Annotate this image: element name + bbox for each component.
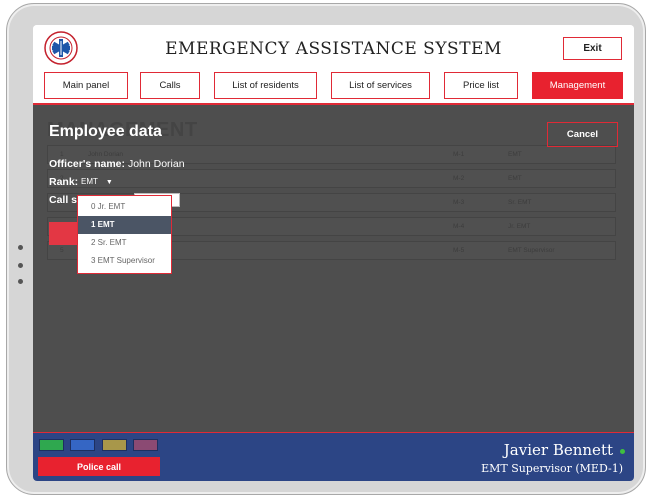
row-code: M-3 [453, 199, 465, 206]
nav-calls[interactable]: Calls [140, 72, 200, 99]
row-code: M-2 [453, 175, 465, 182]
exit-button[interactable]: Exit [563, 37, 622, 60]
nav-main-panel[interactable]: Main panel [44, 72, 128, 99]
app-title: EMERGENCY ASSISTANCE SYSTEM [165, 39, 502, 59]
rank-label-text: Rank: [49, 176, 79, 188]
save-button[interactable] [49, 222, 77, 245]
nav-list-of-services[interactable]: List of services [331, 72, 430, 99]
row-id: 1 [60, 151, 64, 158]
call-sign-label: Call s [49, 194, 77, 206]
status-swatch-green[interactable] [39, 439, 64, 451]
row-rank: EMT [508, 175, 522, 182]
rank-option-selected[interactable]: 1 EMT [78, 216, 171, 234]
row-code: M-5 [453, 247, 465, 254]
rank-dropdown-menu: 0 Jr. EMT 1 EMT 2 Sr. EMT 3 EMT Supervis… [77, 195, 172, 274]
officer-name-row: Officer's name: John Dorian [49, 158, 185, 170]
row-id: 5 [60, 247, 64, 254]
row-rank: Sr. EMT [508, 199, 532, 206]
header: EMERGENCY ASSISTANCE SYSTEM Exit Main pa… [33, 25, 634, 105]
row-code: M-4 [453, 223, 465, 230]
row-rank: EMT Supervisor [508, 247, 555, 254]
user-name: Javier Bennett [503, 441, 613, 459]
rank-option[interactable]: 2 Sr. EMT [78, 234, 171, 252]
tablet-frame: EMERGENCY ASSISTANCE SYSTEM Exit Main pa… [6, 3, 646, 495]
main-area: MANAGEMENT 1 John Dorian M-1 EMT 2 M-2 E… [33, 105, 634, 432]
rank-select[interactable]: EMT ▼ [81, 177, 113, 186]
status-swatch-purple[interactable] [133, 439, 158, 451]
cancel-button[interactable]: Cancel [547, 122, 618, 147]
rank-option[interactable]: 0 Jr. EMT [78, 198, 171, 216]
officer-name-value: John Dorian [127, 158, 185, 170]
police-call-button[interactable]: Police call [38, 457, 160, 476]
rank-option[interactable]: 3 EMT Supervisor [78, 252, 171, 270]
status-swatch-blue[interactable] [70, 439, 95, 451]
sensor-dot [18, 263, 23, 268]
user-role: EMT Supervisor (MED-1) [481, 462, 623, 475]
rank-label: Rank: [49, 176, 78, 188]
row-rank: EMT [508, 151, 522, 158]
nav-price-list[interactable]: Price list [444, 72, 518, 99]
rank-select-value: EMT [81, 177, 98, 186]
nav-management[interactable]: Management [532, 72, 623, 99]
status-swatch-olive[interactable] [102, 439, 127, 451]
caret-down-icon: ▼ [105, 179, 113, 186]
row-code: M-1 [453, 151, 465, 158]
officer-name-label: Officer's name: [49, 158, 126, 170]
sensor-dot [18, 279, 23, 284]
row-rank: Jr. EMT [508, 223, 531, 230]
table-row: 2 M-2 EMT [47, 169, 616, 188]
camera-dot [18, 245, 23, 250]
footer: Police call Javier Bennett EMT Superviso… [33, 432, 634, 481]
call-sign-label-text: Call s [49, 194, 78, 206]
row-name: John Dorian [88, 151, 124, 158]
app-screen: EMERGENCY ASSISTANCE SYSTEM Exit Main pa… [33, 25, 634, 481]
main-nav: Main panel Calls List of residents List … [33, 72, 634, 99]
online-status-icon [620, 449, 625, 454]
nav-list-of-residents[interactable]: List of residents [214, 72, 317, 99]
employee-data-title: Employee data [49, 123, 162, 140]
